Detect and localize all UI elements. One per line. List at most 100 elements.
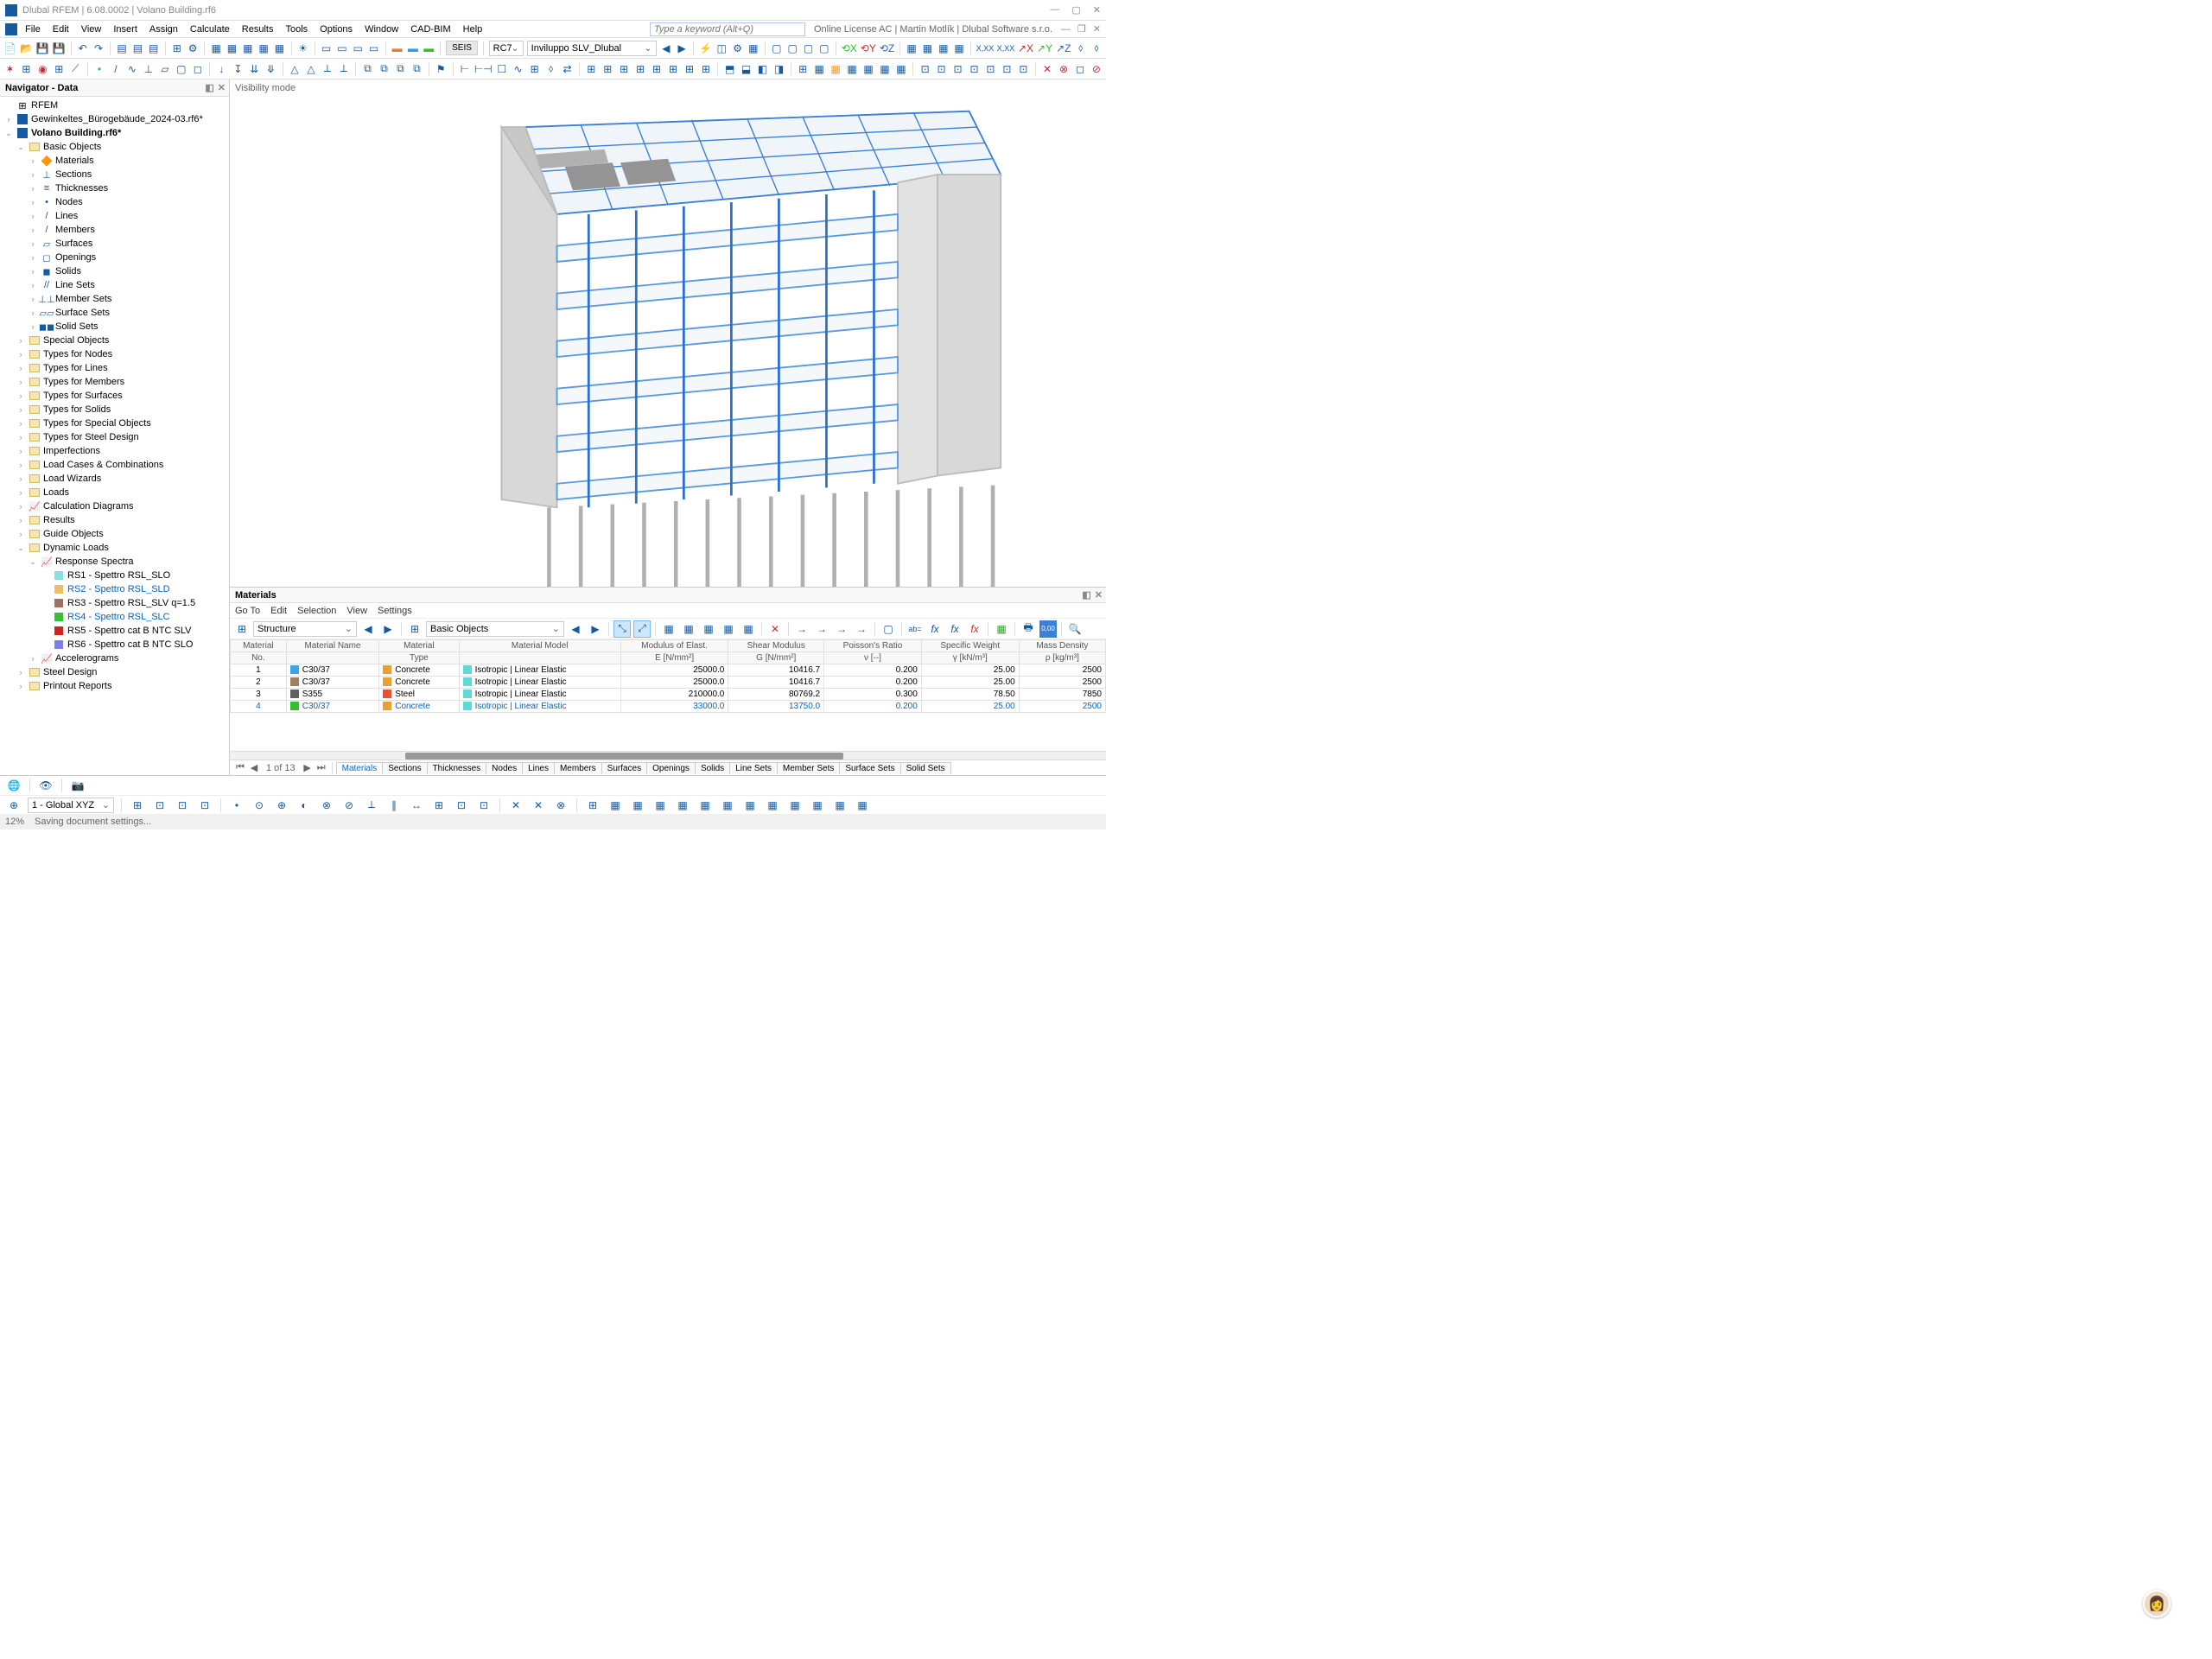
keyword-search[interactable] — [650, 22, 805, 36]
mp-sel-a-icon[interactable]: ⤡ — [613, 620, 631, 638]
tree-volano-building-rf6-[interactable]: ⌄Volano Building.rf6* — [0, 126, 229, 140]
tabs-last-icon[interactable]: ⏭ — [315, 762, 328, 773]
grid-e-icon[interactable]: ▦ — [273, 40, 285, 57]
tree-nodes[interactable]: ›•Nodes — [0, 195, 229, 209]
color-b-icon[interactable]: ▬ — [407, 40, 419, 57]
ed-d-icon[interactable]: ⊞ — [634, 60, 647, 78]
tree-lines[interactable]: ›/Lines — [0, 209, 229, 223]
sb-p11-icon[interactable]: ▦ — [809, 797, 826, 814]
scale1-icon[interactable]: X,XX — [976, 40, 994, 57]
tree-calculation-diagrams[interactable]: ›📈Calculation Diagrams — [0, 499, 229, 513]
mp-fx2-icon[interactable]: fx — [946, 620, 963, 638]
view-y-icon[interactable]: ↗Y — [1037, 40, 1052, 57]
material-row-2[interactable]: 2C30/37ConcreteIsotropic | Linear Elasti… — [231, 677, 1106, 689]
m-d-icon[interactable]: ▦ — [953, 40, 965, 57]
mp-scale-icon[interactable]: 🖶 — [1020, 620, 1037, 638]
mp-go1-icon[interactable]: → — [793, 620, 810, 638]
del-d-icon[interactable]: ⊘ — [1090, 60, 1103, 78]
mp-menu-view[interactable]: View — [346, 606, 367, 616]
table-icon[interactable]: ▦ — [747, 40, 760, 57]
mod-d-icon[interactable]: ⧉ — [410, 60, 423, 78]
tree-rs3-spettro-rsl-slv-q-1-5[interactable]: RS3 - Spettro RSL_SLV q=1.5 — [0, 596, 229, 610]
draw-c-icon[interactable]: ∿ — [125, 60, 138, 78]
sb-p12-icon[interactable]: ▦ — [831, 797, 849, 814]
menu-file[interactable]: File — [19, 22, 47, 36]
mp-fx3-icon[interactable]: fx — [966, 620, 983, 638]
load-d-icon[interactable]: ⤋ — [264, 60, 277, 78]
sb-p3-icon[interactable]: ▦ — [629, 797, 646, 814]
mdi-restore[interactable]: ❐ — [1077, 23, 1086, 35]
sb-t4-icon[interactable]: ⊡ — [196, 797, 213, 814]
tree-member-sets[interactable]: ›⊥⊥Member Sets — [0, 292, 229, 306]
mp-bnext-icon[interactable]: ▶ — [587, 620, 604, 638]
grid-b-icon[interactable]: ▦ — [226, 40, 238, 57]
vis-f-icon[interactable]: ▦ — [879, 60, 892, 78]
sb-coord-combo[interactable]: 1 - Global XYZ — [28, 798, 114, 813]
menu-cad-bim[interactable]: CAD-BIM — [404, 22, 456, 36]
tree-types-for-solids[interactable]: ›Types for Solids — [0, 403, 229, 416]
mp-bprev-icon[interactable]: ◀ — [567, 620, 584, 638]
section-a-icon[interactable]: ▭ — [320, 40, 332, 57]
tree-types-for-special-objects[interactable]: ›Types for Special Objects — [0, 416, 229, 430]
ed-e-icon[interactable]: ⊞ — [651, 60, 664, 78]
tree-thicknesses[interactable]: ›≡Thicknesses — [0, 181, 229, 195]
tree-steel-design[interactable]: ›Steel Design — [0, 665, 229, 679]
maximize-button[interactable]: ▢ — [1071, 4, 1080, 16]
view-z-icon[interactable]: ↗Z — [1056, 40, 1071, 57]
axis-x-icon[interactable]: ⟲X — [842, 40, 857, 57]
r-a-icon[interactable]: ▢ — [771, 40, 783, 57]
mesh-icon[interactable]: ◫ — [715, 40, 728, 57]
mp-search-icon[interactable]: 🔍 — [1066, 620, 1084, 638]
mod-a-icon[interactable]: ⧉ — [361, 60, 374, 78]
sb-p4-icon[interactable]: ▦ — [652, 797, 669, 814]
materials-table[interactable]: MaterialMaterial NameMaterialMaterial Mo… — [230, 639, 1106, 751]
mp-menu-selection[interactable]: Selection — [297, 606, 336, 616]
axis-y-icon[interactable]: ⟲Y — [861, 40, 876, 57]
draw-a-icon[interactable]: • — [93, 60, 106, 78]
mp-del-icon[interactable]: ✕ — [766, 620, 784, 638]
next-lc-icon[interactable]: ▶ — [676, 40, 688, 57]
tree-types-for-nodes[interactable]: ›Types for Nodes — [0, 347, 229, 361]
menu-assign[interactable]: Assign — [143, 22, 184, 36]
sb-x2-icon[interactable]: ✕ — [530, 797, 547, 814]
sb-x1-icon[interactable]: ✕ — [507, 797, 524, 814]
flag-icon[interactable]: ⚑ — [435, 60, 448, 78]
menu-view[interactable]: View — [75, 22, 108, 36]
nav-pin-icon[interactable]: ◧ — [205, 82, 213, 93]
sb-s12-icon[interactable]: ⊡ — [475, 797, 493, 814]
open-icon[interactable]: 📂 — [20, 40, 33, 57]
color-a-icon[interactable]: ▬ — [391, 40, 403, 57]
mp-basic-combo[interactable]: Basic Objects — [426, 621, 564, 637]
scale2-icon[interactable]: X,XX — [997, 40, 1014, 57]
mp-ab-icon[interactable]: ab= — [906, 620, 924, 638]
dim-g-icon[interactable]: ⇄ — [561, 60, 574, 78]
tab-solid-sets[interactable]: Solid Sets — [900, 762, 951, 774]
tabs-first-icon[interactable]: ⏮ — [233, 762, 247, 773]
sup-d-icon[interactable]: ⟂ — [337, 60, 350, 78]
tabs-next-icon[interactable]: ▶ — [301, 762, 315, 773]
calc-icon[interactable]: ⚡ — [699, 40, 712, 57]
color-c-icon[interactable]: ▬ — [423, 40, 435, 57]
material-row-4[interactable]: 4C30/37ConcreteIsotropic | Linear Elasti… — [231, 701, 1106, 713]
sb-p1-icon[interactable]: ⊞ — [584, 797, 601, 814]
sb-world-icon[interactable]: 🌐 — [5, 777, 22, 794]
tree-rfem[interactable]: ⊞RFEM — [0, 99, 229, 112]
tree-imperfections[interactable]: ›Imperfections — [0, 444, 229, 458]
sb-p9-icon[interactable]: ▦ — [764, 797, 781, 814]
draw-f-icon[interactable]: ▢ — [175, 60, 188, 78]
inviluppo-combo[interactable]: Inviluppo SLV_Dlubal — [527, 41, 657, 56]
m-c-icon[interactable]: ▦ — [938, 40, 950, 57]
ed-b-icon[interactable]: ⊞ — [601, 60, 614, 78]
sb-p13-icon[interactable]: ▦ — [854, 797, 871, 814]
sb-p2-icon[interactable]: ▦ — [607, 797, 624, 814]
sb-s9-icon[interactable]: ↔ — [408, 797, 425, 814]
sel-e-icon[interactable]: ⟋ — [69, 60, 82, 78]
sun-icon[interactable]: ☀ — [296, 40, 308, 57]
tree-types-for-steel-design[interactable]: ›Types for Steel Design — [0, 430, 229, 444]
r-d-icon[interactable]: ▢ — [818, 40, 830, 57]
undo-icon[interactable]: ↶ — [77, 40, 89, 57]
sb-s11-icon[interactable]: ⊡ — [453, 797, 470, 814]
ed-f-icon[interactable]: ⊞ — [667, 60, 680, 78]
draw-d-icon[interactable]: ⊥ — [142, 60, 155, 78]
load-a-icon[interactable]: ↓ — [215, 60, 228, 78]
